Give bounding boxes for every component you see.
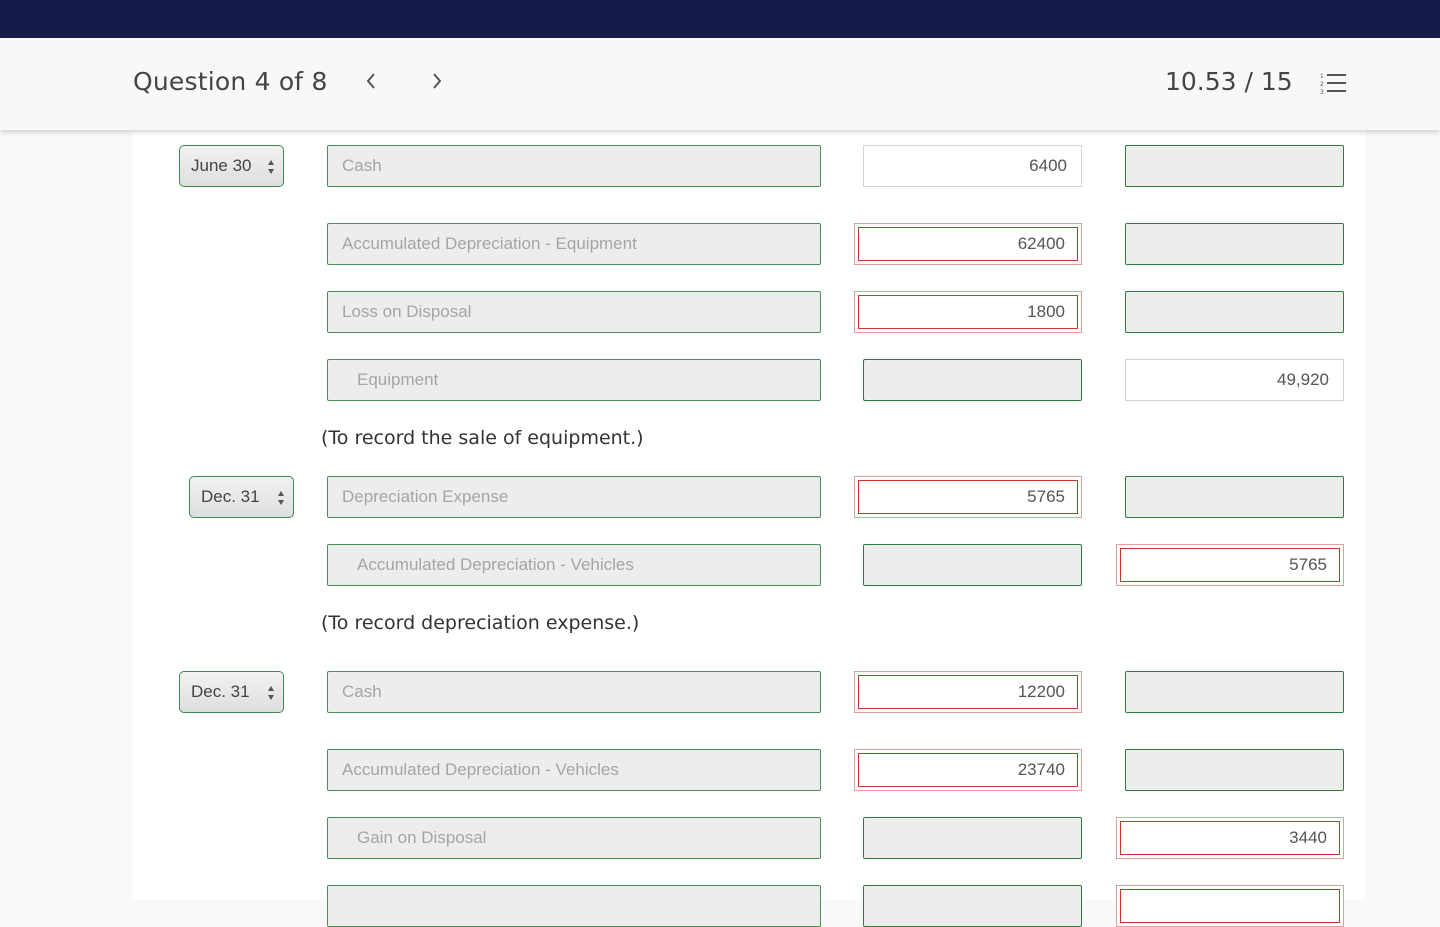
debit-field[interactable] [863, 544, 1082, 586]
debit-field[interactable]: 62400 [854, 223, 1082, 265]
date-select[interactable]: Dec. 31 [179, 671, 284, 713]
credit-field[interactable] [1125, 145, 1344, 187]
debit-field[interactable] [863, 817, 1082, 859]
date-select-value: Dec. 31 [191, 682, 250, 701]
chevron-right-icon [433, 73, 442, 89]
debit-field[interactable] [863, 359, 1082, 401]
question-counter: Question 4 of 8 [133, 67, 328, 96]
journal-entry-form: June 30 Cash 6400 Accumulated Depreciati… [132, 130, 1365, 927]
journal-line: Dec. 31 Cash 12200 [132, 671, 1365, 713]
debit-field[interactable] [863, 885, 1082, 927]
journal-line: June 30 Cash 6400 [132, 145, 1365, 187]
debit-field[interactable]: 23740 [854, 749, 1082, 791]
debit-field[interactable]: 12200 [854, 671, 1082, 713]
journal-line [132, 885, 1365, 927]
account-field[interactable]: Cash [327, 145, 821, 187]
journal-line: Gain on Disposal 3440 [132, 817, 1365, 859]
chevron-left-icon [366, 73, 375, 89]
question-list-button[interactable]: 1 2 3 [1318, 71, 1348, 97]
entry-note: (To record depreciation expense.) [321, 612, 640, 634]
account-field[interactable]: Accumulated Depreciation - Equipment [327, 223, 821, 265]
credit-field[interactable] [1116, 885, 1344, 927]
score-display: 10.53 / 15 [1165, 67, 1293, 96]
credit-field[interactable]: 49,920 [1125, 359, 1344, 401]
account-field[interactable] [327, 885, 821, 927]
debit-value: 62400 [858, 227, 1078, 261]
journal-line: Accumulated Depreciation - Equipment 624… [132, 223, 1365, 265]
entry-note: (To record the sale of equipment.) [321, 427, 644, 449]
account-field[interactable]: Depreciation Expense [327, 476, 821, 518]
select-arrows-icon [278, 491, 284, 505]
date-select[interactable]: Dec. 31 [189, 476, 294, 518]
credit-field[interactable] [1125, 476, 1344, 518]
debit-field[interactable]: 1800 [854, 291, 1082, 333]
journal-line: Loss on Disposal 1800 [132, 291, 1365, 333]
select-arrows-icon [268, 160, 274, 174]
debit-field[interactable]: 5765 [854, 476, 1082, 518]
question-header: Question 4 of 8 10.53 / 15 1 2 3 [0, 38, 1440, 130]
account-field[interactable]: Accumulated Depreciation - Vehicles [327, 749, 821, 791]
previous-question-button[interactable] [356, 66, 386, 96]
credit-field[interactable] [1125, 671, 1344, 713]
debit-value: 1800 [858, 295, 1078, 329]
debit-value: 23740 [858, 753, 1078, 787]
select-arrows-icon [268, 686, 274, 700]
journal-line: Accumulated Depreciation - Vehicles 5765 [132, 544, 1365, 586]
credit-value: 5765 [1120, 548, 1340, 582]
date-select-value: June 30 [191, 156, 252, 175]
account-field[interactable]: Equipment [327, 359, 821, 401]
credit-field[interactable]: 5765 [1116, 544, 1344, 586]
credit-value [1120, 889, 1340, 923]
journal-line: Accumulated Depreciation - Vehicles 2374… [132, 749, 1365, 791]
credit-field[interactable] [1125, 291, 1344, 333]
numbered-list-icon: 1 2 3 [1320, 73, 1346, 96]
journal-line: Dec. 31 Depreciation Expense 5765 [132, 476, 1365, 518]
debit-value: 5765 [858, 480, 1078, 514]
svg-text:3: 3 [1320, 89, 1324, 96]
credit-field[interactable] [1125, 223, 1344, 265]
credit-value: 3440 [1120, 821, 1340, 855]
credit-field[interactable]: 3440 [1116, 817, 1344, 859]
credit-field[interactable] [1125, 749, 1344, 791]
debit-value: 12200 [858, 675, 1078, 709]
journal-line: Equipment 49,920 [132, 359, 1365, 401]
account-field[interactable]: Cash [327, 671, 821, 713]
svg-text:1: 1 [1320, 73, 1324, 80]
next-question-button[interactable] [422, 66, 452, 96]
debit-field[interactable]: 6400 [863, 145, 1082, 187]
account-field[interactable]: Loss on Disposal [327, 291, 821, 333]
date-select-value: Dec. 31 [201, 487, 260, 506]
account-field[interactable]: Accumulated Depreciation - Vehicles [327, 544, 821, 586]
top-bar [0, 0, 1440, 38]
svg-text:2: 2 [1320, 81, 1324, 88]
date-select[interactable]: June 30 [179, 145, 284, 187]
account-field[interactable]: Gain on Disposal [327, 817, 821, 859]
